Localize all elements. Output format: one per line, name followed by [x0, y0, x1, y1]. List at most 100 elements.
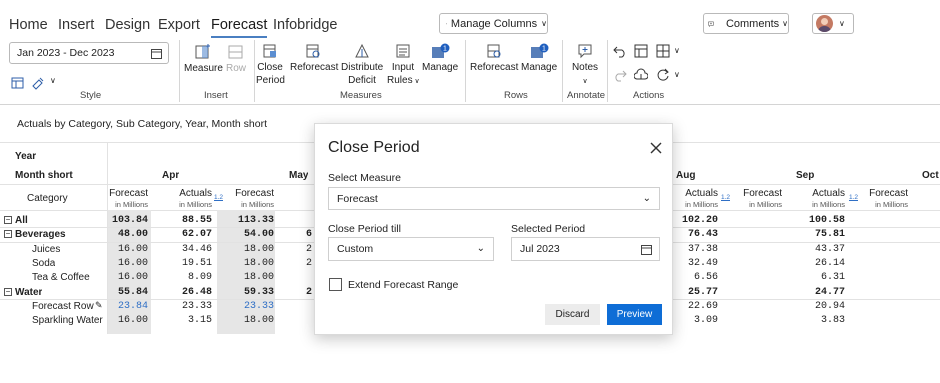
- table-cell[interactable]: 100.58: [800, 215, 845, 226]
- close-period-till-value: Custom: [337, 243, 374, 255]
- table-cell[interactable]: 75.81: [800, 229, 845, 240]
- table-cell[interactable]: 6: [282, 229, 312, 240]
- table-cell[interactable]: 19.51: [165, 258, 212, 269]
- chevron-down-icon[interactable]: ∨: [50, 76, 56, 85]
- table-cell[interactable]: 26.48: [165, 287, 212, 298]
- table-cell[interactable]: 16.00: [108, 258, 148, 269]
- table-cell[interactable]: 26.14: [800, 258, 845, 269]
- table-cell[interactable]: 2: [282, 244, 312, 255]
- column-header-forecast[interactable]: Forecast in Millions: [864, 188, 908, 210]
- variance-icon[interactable]: 1.2: [849, 194, 858, 201]
- selected-period-input[interactable]: Jul 2023: [511, 237, 660, 261]
- calendar-icon[interactable]: [641, 244, 652, 255]
- collapse-toggle-icon[interactable]: −: [4, 287, 12, 296]
- table-cell[interactable]: 62.07: [165, 229, 212, 240]
- table-cell[interactable]: 37.38: [676, 244, 718, 255]
- table-cell[interactable]: 16.00: [108, 315, 148, 326]
- table-cell[interactable]: 59.33: [230, 287, 274, 298]
- edit-pencil-icon[interactable]: ✎: [95, 300, 103, 311]
- table-cell[interactable]: 3.83: [800, 315, 845, 326]
- column-header-actuals[interactable]: Actuals in Millions: [800, 188, 845, 210]
- extend-forecast-checkbox[interactable]: [329, 278, 342, 291]
- tab-insert[interactable]: Insert: [58, 17, 94, 33]
- variance-icon[interactable]: 1.2: [214, 194, 223, 201]
- select-measure-dropdown[interactable]: Forecast ⌄: [328, 187, 660, 210]
- table-cell[interactable]: 23.33: [165, 301, 212, 312]
- table-cell[interactable]: 102.20: [676, 215, 718, 226]
- table-cell[interactable]: 18.00: [230, 272, 274, 283]
- variance-icon[interactable]: 1.2: [721, 194, 730, 201]
- collapse-toggle-icon[interactable]: −: [4, 216, 12, 224]
- manage-rows-button[interactable]: 1 Manage: [521, 43, 557, 74]
- column-header-forecast[interactable]: Forecast in Millions: [738, 188, 782, 210]
- table-cell[interactable]: 88.55: [165, 215, 212, 226]
- preview-button[interactable]: Preview: [607, 304, 662, 325]
- tab-export[interactable]: Export: [158, 17, 200, 33]
- table-cell[interactable]: 6.56: [676, 272, 718, 283]
- notes-button[interactable]: Notes ∨: [569, 43, 601, 88]
- table-cell[interactable]: 23.33: [230, 301, 274, 312]
- manage-measures-button[interactable]: 1 Manage: [422, 43, 458, 74]
- insert-measure-button[interactable]: Measure: [184, 43, 223, 75]
- table-cell[interactable]: 113.33: [230, 215, 274, 226]
- table-cell[interactable]: 103.84: [108, 215, 148, 226]
- reforecast-rows-button[interactable]: Reforecast: [470, 43, 518, 74]
- manage-columns-button[interactable]: Manage Columns ∨: [439, 13, 548, 34]
- table-cell[interactable]: 2: [282, 287, 312, 298]
- refresh-icon[interactable]: [656, 68, 670, 82]
- column-header-forecast[interactable]: Forecast in Millions: [230, 188, 274, 210]
- tab-forecast[interactable]: Forecast: [211, 17, 268, 38]
- table-cell[interactable]: 6.31: [800, 272, 845, 283]
- table-cell[interactable]: 8.09: [165, 272, 212, 283]
- table-cell[interactable]: 24.77: [800, 287, 845, 298]
- table-style-icon[interactable]: [11, 76, 25, 90]
- table-cell[interactable]: 3.15: [165, 315, 212, 326]
- column-header-actuals[interactable]: Actuals in Millions: [676, 188, 718, 210]
- table-cell[interactable]: 20.94: [800, 301, 845, 312]
- undo-icon[interactable]: [613, 44, 627, 58]
- table-cell[interactable]: 55.84: [108, 287, 148, 298]
- discard-button[interactable]: Discard: [545, 304, 600, 325]
- comments-button[interactable]: Comments ∨: [703, 13, 789, 34]
- tab-infobridge[interactable]: Infobridge: [273, 17, 338, 33]
- row-label: Forecast Row: [32, 300, 94, 312]
- table-cell[interactable]: 3.09: [676, 315, 718, 326]
- tab-design[interactable]: Design: [105, 17, 150, 33]
- table-cell[interactable]: 25.77: [676, 287, 718, 298]
- table-cell[interactable]: 16.00: [108, 244, 148, 255]
- reforecast-measure-button[interactable]: Reforecast: [290, 43, 338, 74]
- export-excel-icon[interactable]: [634, 44, 648, 58]
- chevron-down-icon[interactable]: ∨: [674, 46, 680, 55]
- edit-columns-icon: [446, 23, 447, 24]
- format-painter-icon[interactable]: [31, 76, 45, 90]
- column-header-forecast[interactable]: Forecast in Millions: [108, 188, 148, 210]
- close-icon[interactable]: [650, 142, 662, 154]
- table-cell[interactable]: 16.00: [108, 272, 148, 283]
- table-cell[interactable]: 76.43: [676, 229, 718, 240]
- tab-home[interactable]: Home: [9, 17, 48, 33]
- table-cell[interactable]: 23.84: [108, 301, 148, 312]
- table-cell[interactable]: 18.00: [230, 244, 274, 255]
- table-cell[interactable]: 18.00: [230, 315, 274, 326]
- table-cell[interactable]: 22.69: [676, 301, 718, 312]
- chevron-down-icon[interactable]: ∨: [674, 70, 680, 79]
- table-cell[interactable]: 48.00: [108, 229, 148, 240]
- insert-row-button[interactable]: Row: [224, 43, 248, 75]
- close-period-button[interactable]: Close Period: [256, 43, 285, 87]
- user-menu-button[interactable]: ∨: [812, 13, 854, 34]
- column-header-actuals[interactable]: Actuals in Millions: [165, 188, 212, 210]
- close-period-till-dropdown[interactable]: Custom ⌄: [328, 237, 494, 261]
- table-cell[interactable]: 2: [282, 258, 312, 269]
- input-rules-button[interactable]: Input Rules ∨: [387, 43, 420, 88]
- distribute-deficit-button[interactable]: Distribute Deficit: [341, 43, 383, 87]
- redo-icon[interactable]: [613, 68, 627, 82]
- table-options-icon[interactable]: [656, 44, 670, 58]
- date-range-picker[interactable]: Jan 2023 - Dec 2023: [9, 42, 169, 64]
- table-cell[interactable]: 43.37: [800, 244, 845, 255]
- table-cell[interactable]: 32.49: [676, 258, 718, 269]
- cloud-upload-icon[interactable]: [634, 68, 648, 82]
- collapse-toggle-icon[interactable]: −: [4, 230, 12, 239]
- table-cell[interactable]: 54.00: [230, 229, 274, 240]
- table-cell[interactable]: 34.46: [165, 244, 212, 255]
- table-cell[interactable]: 18.00: [230, 258, 274, 269]
